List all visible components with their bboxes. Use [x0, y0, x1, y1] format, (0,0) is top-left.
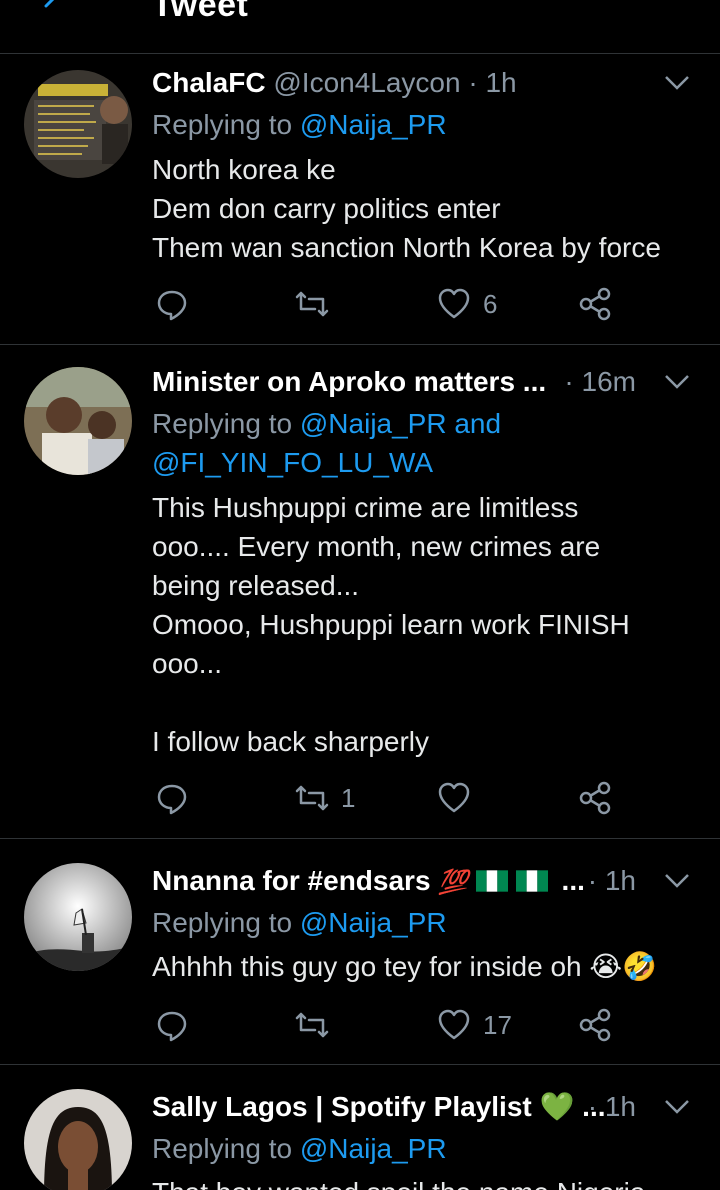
- tweet-time: · 16m: [564, 366, 636, 397]
- reply-icon: [157, 784, 187, 815]
- retweet-button[interactable]: [295, 284, 329, 324]
- reply-icon: [157, 290, 187, 321]
- tweet-nnanna[interactable]: Nnanna for #endsars 💯 ... · 1h Replying …: [0, 839, 720, 1065]
- reply-button[interactable]: [155, 778, 189, 818]
- display-name[interactable]: Nnanna for #endsars: [152, 865, 431, 896]
- chevron-down-icon[interactable]: [664, 374, 690, 390]
- tweet-text: North korea ke Dem don carry politics en…: [152, 150, 707, 267]
- share-icon: [579, 1008, 611, 1042]
- display-name[interactable]: ChalaFC: [152, 67, 266, 98]
- replying-to: Replying to @Naija_PR: [152, 903, 447, 942]
- tweet-text: This Hushpuppi crime are limitless ooo..…: [152, 488, 707, 761]
- reply-button[interactable]: [155, 1005, 189, 1045]
- replying-label: Replying to: [152, 1133, 300, 1164]
- display-name[interactable]: Minister on Aproko matters ...: [152, 366, 546, 397]
- tweet-actions: 1: [152, 778, 622, 818]
- like-count: 6: [483, 288, 498, 319]
- mention-link[interactable]: @Naija_PR and: [300, 408, 501, 439]
- retweet-button[interactable]: 1: [295, 778, 355, 818]
- like-button[interactable]: [437, 778, 471, 818]
- avatar[interactable]: [24, 367, 132, 475]
- replying-to: Replying to @Naija_PR and @FI_YIN_FO_LU_…: [152, 404, 501, 482]
- like-icon: [438, 288, 470, 319]
- replying-label: Replying to: [152, 907, 300, 938]
- like-icon: [438, 782, 470, 813]
- tweet-time: · 1h: [587, 1091, 636, 1122]
- replying-to: Replying to @Naija_PR: [152, 1129, 447, 1168]
- tweet-minister-aproko[interactable]: Minister on Aproko matters ... · 16m Rep…: [0, 345, 720, 839]
- replying-label: Replying to: [152, 109, 300, 140]
- tweet-header: Sally Lagos | Spotify Playlist 💚 ... · 1…: [152, 1087, 690, 1127]
- reply-button[interactable]: [155, 284, 189, 324]
- tweet-line: ooo.... Every month, new crimes are: [152, 531, 601, 562]
- page-title: Tweet: [152, 0, 249, 24]
- top-bar: Tweet: [0, 0, 720, 54]
- like-button[interactable]: 17: [437, 1005, 512, 1045]
- retweet-icon: [295, 785, 329, 811]
- tweet-header: ChalaFC @Icon4Laycon · 1h: [152, 63, 690, 103]
- retweet-icon: [295, 1012, 329, 1038]
- replying-label: Replying to: [152, 408, 300, 439]
- hundred-points-emoji: 💯: [438, 869, 469, 896]
- green-heart-emoji: 💚: [539, 1091, 575, 1122]
- tweet-text: Ahhhh this guy go tey for inside oh 😭🤣: [152, 947, 707, 986]
- tweet-line: I follow back sharperly: [152, 726, 430, 757]
- mention-link[interactable]: @FI_YIN_FO_LU_WA: [152, 443, 501, 482]
- retweet-icon: [295, 291, 329, 317]
- name-ellipsis: ...: [561, 865, 585, 896]
- crying-laughing-emoji: 😭🤣: [589, 951, 657, 982]
- tweet-line: North korea ke: [152, 154, 336, 185]
- like-icon: [438, 1009, 470, 1040]
- tweet-line: This Hushpuppi crime are limitless: [152, 492, 579, 523]
- share-button[interactable]: [578, 778, 612, 818]
- mention-link[interactable]: @Naija_PR: [300, 907, 447, 938]
- reply-icon: [157, 1011, 187, 1042]
- share-button[interactable]: [578, 1005, 612, 1045]
- share-icon: [579, 287, 611, 321]
- tweet-line: [152, 683, 707, 722]
- tweet-line: Dem don carry politics enter: [152, 193, 501, 224]
- mention-link[interactable]: @Naija_PR: [300, 1133, 447, 1164]
- retweet-count: 1: [341, 782, 356, 813]
- tweet-time: · 1h: [587, 865, 636, 896]
- tweet-line-text: Ahhhh this guy go tey for inside oh: [152, 951, 582, 982]
- tweet-header: Minister on Aproko matters ... · 16m: [152, 362, 690, 402]
- chevron-down-icon[interactable]: [664, 873, 690, 889]
- nigeria-flag-icon: [475, 870, 508, 892]
- share-button[interactable]: [578, 284, 612, 324]
- like-button[interactable]: 6: [437, 284, 497, 324]
- like-count: 17: [483, 1009, 512, 1040]
- avatar[interactable]: [24, 1089, 132, 1190]
- tweet-line: being released...: [152, 570, 360, 601]
- nigeria-flag-icon: [515, 870, 548, 892]
- chevron-down-icon[interactable]: [664, 75, 690, 91]
- tweet-line: Them wan sanction North Korea by force: [152, 232, 661, 263]
- tweet-line: Omooo, Hushpuppi learn work FINISH: [152, 609, 630, 640]
- tweet-actions: 17: [152, 1005, 622, 1045]
- tweet-line: Ahhhh this guy go tey for inside oh 😭🤣: [152, 947, 707, 986]
- tweet-header: Nnanna for #endsars 💯 ... · 1h: [152, 861, 690, 901]
- tweet-sally-lagos[interactable]: Sally Lagos | Spotify Playlist 💚 ... · 1…: [0, 1065, 720, 1190]
- display-name[interactable]: Sally Lagos | Spotify Playlist: [152, 1091, 532, 1122]
- retweet-button[interactable]: [295, 1005, 329, 1045]
- mention-link[interactable]: @Naija_PR: [300, 109, 447, 140]
- avatar[interactable]: [24, 863, 132, 971]
- tweet-line: That boy wanted spoil the name Nigeria: [152, 1173, 707, 1190]
- user-handle: @Icon4Laycon: [273, 67, 461, 98]
- back-arrow-icon[interactable]: [36, 0, 66, 20]
- tweet-actions: 6: [152, 284, 622, 324]
- replying-to: Replying to @Naija_PR: [152, 105, 447, 144]
- tweet-text: That boy wanted spoil the name Nigeria: [152, 1173, 707, 1190]
- chevron-down-icon[interactable]: [664, 1099, 690, 1115]
- avatar[interactable]: [24, 70, 132, 178]
- tweet-line: ooo...: [152, 648, 223, 679]
- tweet-chalafc[interactable]: ChalaFC @Icon4Laycon · 1h Replying to @N…: [0, 54, 720, 345]
- share-icon: [579, 781, 611, 815]
- tweet-time: · 1h: [468, 67, 517, 98]
